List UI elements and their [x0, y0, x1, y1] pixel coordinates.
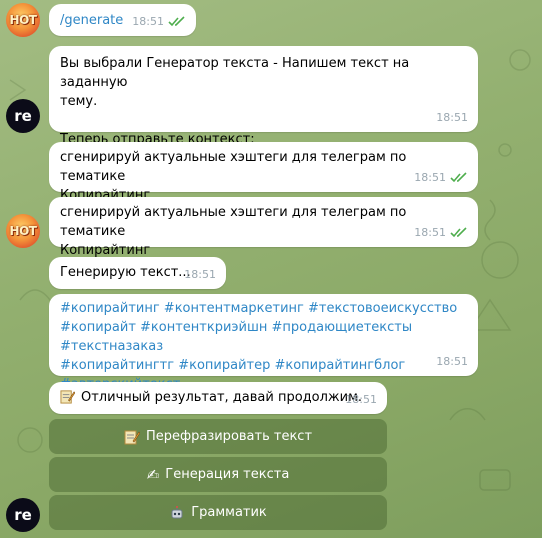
message-time: 18:51 [184, 268, 216, 281]
message-user-request-repeat[interactable]: сгенирируй актуальные хэштеги для телегр… [49, 197, 478, 258]
avatar-hot-label: HOT [9, 13, 37, 27]
memo-icon [124, 430, 140, 444]
message-line: Вы выбрали Генератор текста - Напишем те… [60, 56, 410, 90]
grammar-button[interactable]: Грамматик [49, 495, 387, 530]
message-line: сгенирируй актуальные хэштеги для телегр… [60, 150, 407, 184]
message-meta: 18:51 [436, 108, 468, 127]
message-time: 18:51 [436, 111, 468, 124]
button-label: Генерация текста [165, 467, 290, 482]
avatar-hot[interactable]: HOT [6, 3, 40, 37]
message-meta: 18:51 [436, 352, 468, 371]
message-meta: 18:51 [132, 12, 186, 31]
read-ticks-icon [168, 16, 185, 27]
button-label: Грамматик [191, 505, 267, 520]
message-time: 18:51 [414, 171, 446, 184]
message-meta: 18:51 [345, 390, 377, 409]
message-time: 18:51 [132, 15, 164, 28]
message-text: Генерирую текст... [60, 265, 191, 280]
read-ticks-icon [450, 172, 467, 183]
robot-icon [171, 505, 183, 518]
message-meta: 18:51 [414, 168, 468, 187]
message-time: 18:51 [345, 393, 377, 406]
hashtag-line[interactable]: #копирайт #контенткриэйшн #продающиетекс… [60, 318, 467, 356]
message-hashtags[interactable]: #копирайтинг #контентмаркетинг #текстово… [49, 294, 478, 392]
avatar-hot-label: HOT [9, 224, 37, 238]
hashtag-line[interactable]: #копирайтингтг #копирайтер #копирайтингб… [60, 356, 467, 375]
memo-icon [60, 390, 75, 404]
message-meta: 18:51 [414, 223, 468, 242]
message-time: 18:51 [414, 226, 446, 239]
message-generate-command[interactable]: /generate 18:51 [49, 4, 196, 36]
message-line: тему. [60, 94, 98, 109]
text-generation-button[interactable]: ✍ Генерация текста [49, 457, 387, 492]
message-text: Отличный результат, давай продолжим. [81, 390, 363, 405]
message-generating-status[interactable]: Генерирую текст... 18:51 [49, 257, 226, 289]
message-time: 18:51 [436, 355, 468, 368]
message-bot-generator-info[interactable]: Вы выбрали Генератор текста - Напишем те… [49, 46, 478, 147]
command-link[interactable]: /generate [60, 13, 123, 28]
message-result[interactable]: Отличный результат, давай продолжим. 18:… [49, 382, 387, 414]
avatar-re-label: re [14, 107, 32, 125]
hashtag-line[interactable]: #копирайтинг #контентмаркетинг #текстово… [60, 299, 467, 318]
button-label: Перефразировать текст [145, 429, 313, 444]
avatar-hot[interactable]: HOT [6, 214, 40, 248]
avatar-re[interactable]: re [6, 498, 40, 532]
writing-hand-icon: ✍ [146, 465, 160, 484]
read-ticks-icon [450, 227, 467, 238]
message-user-request[interactable]: сгенирируй актуальные хэштеги для телегр… [49, 142, 478, 203]
avatar-re-label: re [14, 506, 32, 524]
message-line: сгенирируй актуальные хэштеги для телегр… [60, 205, 407, 239]
paraphrase-button[interactable]: Перефразировать текст [49, 419, 387, 454]
message-meta: 18:51 [184, 265, 216, 284]
avatar-re[interactable]: re [6, 99, 40, 133]
